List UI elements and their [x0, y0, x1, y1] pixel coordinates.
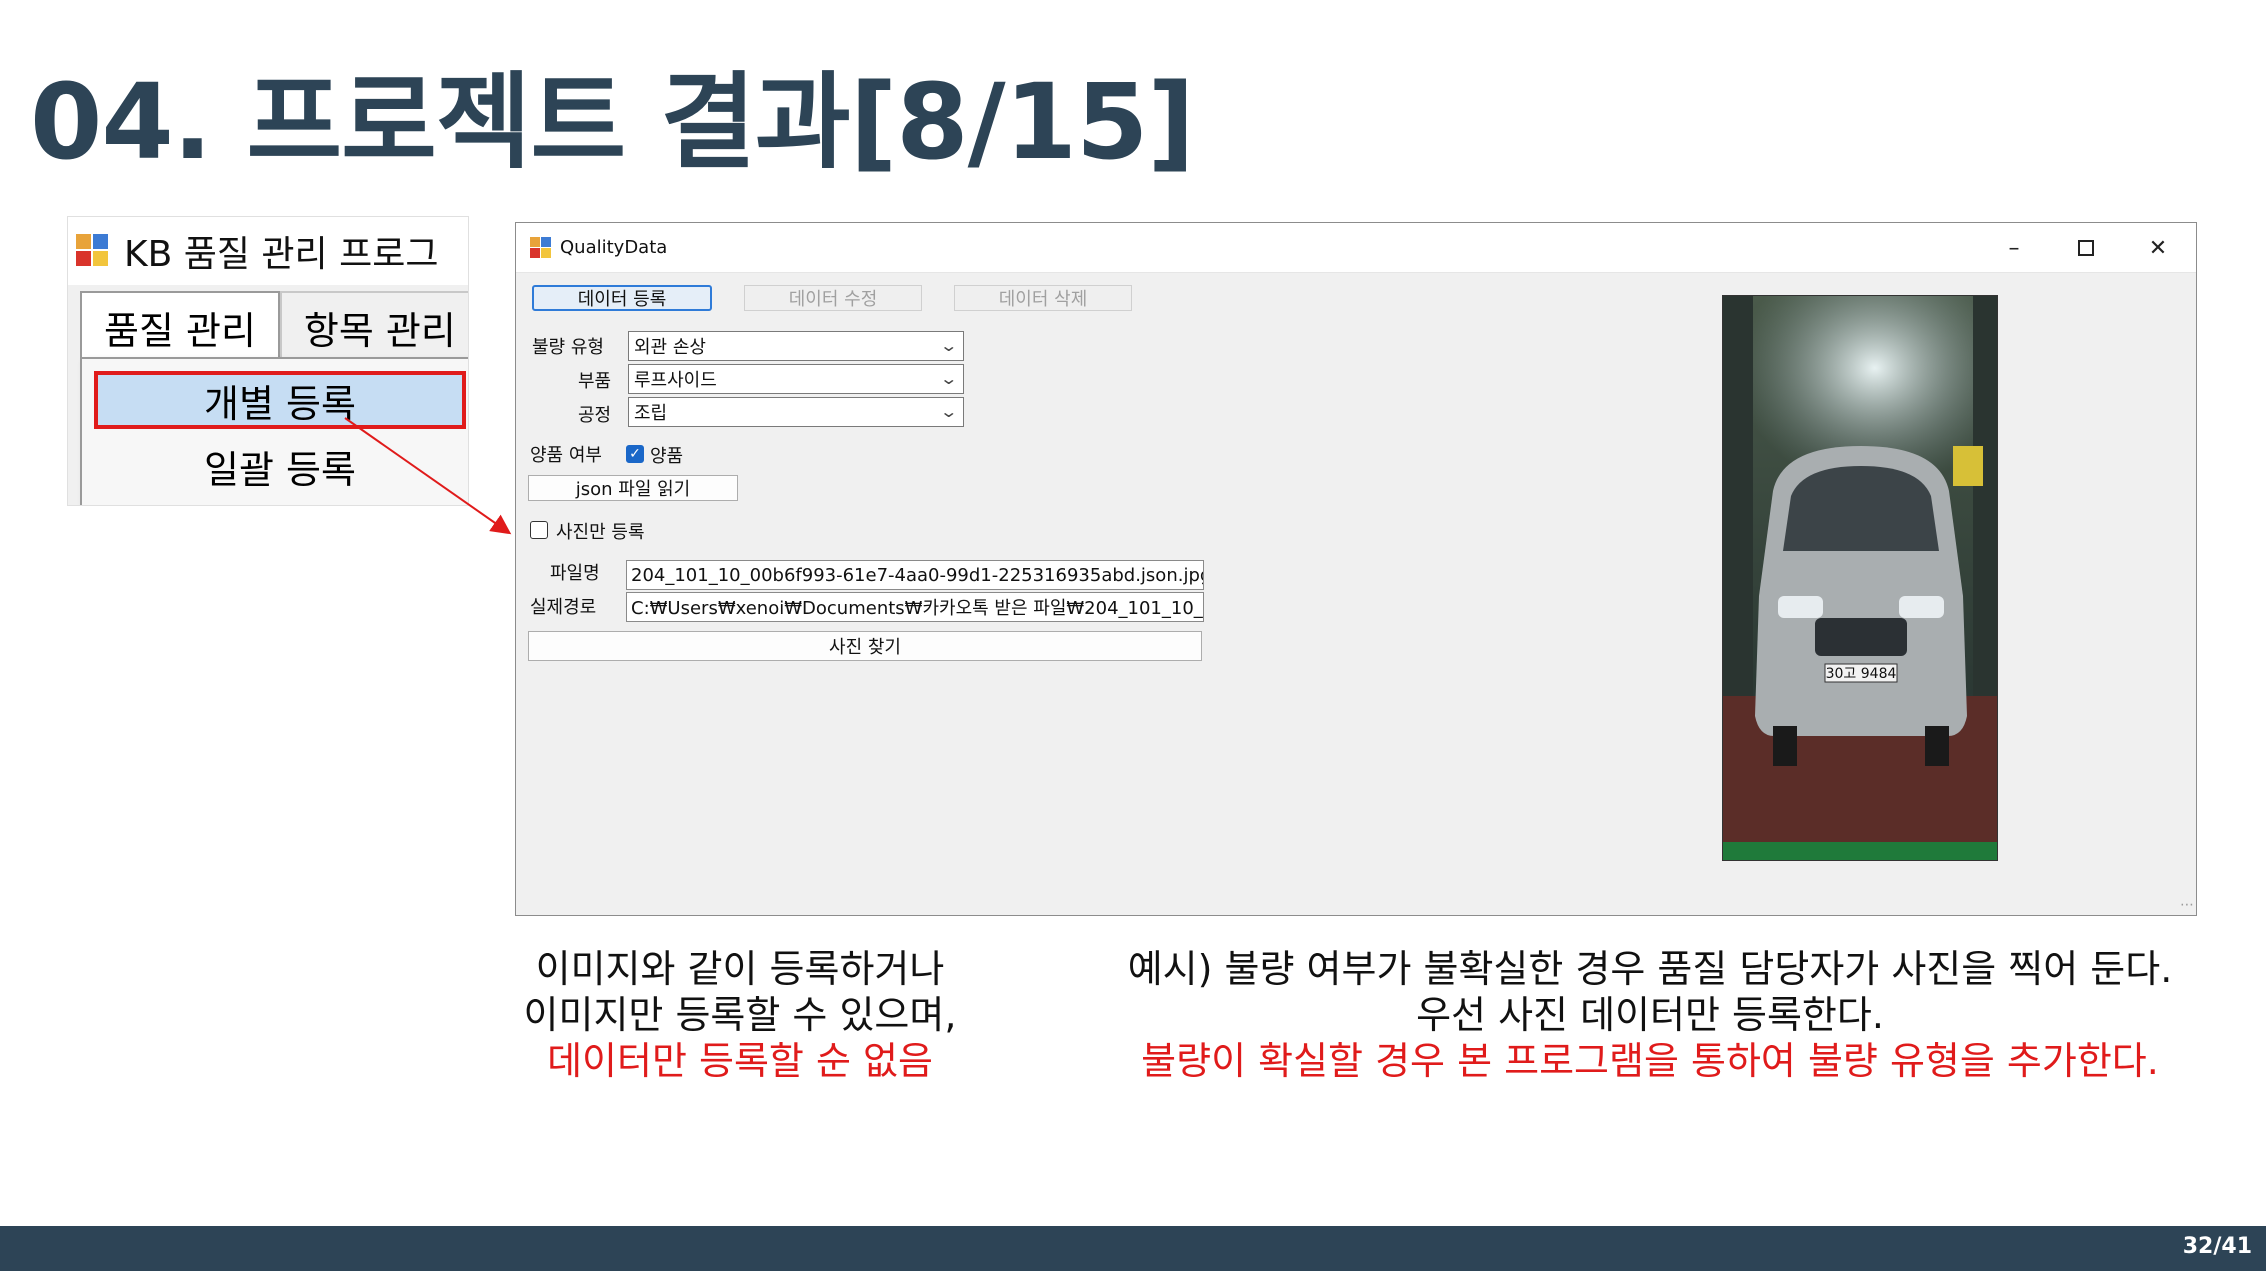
- menu-bulk-register[interactable]: 일괄 등록: [94, 437, 466, 495]
- part-select[interactable]: 루프사이드 ⌄: [628, 364, 964, 394]
- good-checkbox[interactable]: ✓: [626, 445, 644, 463]
- menu-individual-register[interactable]: 개별 등록: [94, 371, 466, 429]
- read-json-button[interactable]: json 파일 읽기: [528, 475, 738, 501]
- resize-grip-icon[interactable]: ⋯: [2180, 897, 2194, 913]
- main-titlebar: KB 품질 관리 프로그: [68, 217, 468, 285]
- chevron-down-icon: ⌄: [938, 336, 958, 355]
- slide-title: 04. 프로젝트 결과[8/15]: [30, 61, 1195, 183]
- footer-bar: 32/41: [0, 1226, 2266, 1271]
- app-icon: [530, 236, 552, 259]
- quality-data-window: QualityData – ✕ 데이터 등록 데이터 수정 데이터 삭제 불량 …: [515, 222, 2197, 916]
- good-status-label: 양품 여부: [530, 445, 602, 466]
- defect-type-select[interactable]: 외관 손상 ⌄: [628, 331, 964, 361]
- right-caption-line1: 예시) 불량 여부가 불확실한 경우 품질 담당자가 사진을 찍어 둔다.: [1127, 947, 2173, 991]
- delete-data-button[interactable]: 데이터 삭제: [954, 285, 1132, 311]
- car-photo: 30고 9484: [1722, 295, 1998, 861]
- right-caption-line3: 불량이 확실할 경우 본 프로그램을 통하여 불량 유형을 추가한다.: [1141, 1039, 2159, 1083]
- defect-type-label: 불량 유형: [532, 337, 604, 358]
- qd-window-title: QualityData: [560, 237, 668, 258]
- qd-titlebar: QualityData – ✕: [516, 223, 2196, 273]
- plate-text: 30고 9484: [1826, 666, 1897, 682]
- main-menubar: 품질 관리 항목 관리: [80, 289, 468, 361]
- menu-quality-management[interactable]: 품질 관리: [80, 291, 280, 361]
- process-value: 조립: [634, 403, 668, 424]
- minimize-icon[interactable]: –: [1978, 223, 2050, 273]
- app-icon: [76, 234, 110, 268]
- filename-label: 파일명: [550, 563, 600, 584]
- left-caption: 이미지와 같이 등록하거나 이미지만 등록할 수 있으며, 데이터만 등록할 순…: [500, 946, 980, 1084]
- edit-data-button[interactable]: 데이터 수정: [744, 285, 922, 311]
- defect-type-value: 외관 손상: [634, 337, 706, 358]
- process-label: 공정: [578, 405, 612, 426]
- main-window-title: KB 품질 관리 프로그: [124, 234, 439, 275]
- left-caption-line2: 이미지만 등록할 수 있으며,: [523, 993, 957, 1037]
- path-field[interactable]: C:₩Users₩xenoi₩Documents₩카카오톡 받은 파일₩204_…: [626, 592, 1204, 622]
- part-label: 부품: [578, 371, 612, 392]
- photo-only-label: 사진만 등록: [556, 522, 645, 543]
- path-label: 실제경로: [530, 597, 597, 618]
- close-icon[interactable]: ✕: [2122, 223, 2194, 273]
- filename-field[interactable]: 204_101_10_00b6f993-61e7-4aa0-99d1-22531…: [626, 560, 1204, 590]
- good-checkbox-label: 양품: [650, 446, 684, 467]
- page-number: 32/41: [2182, 1234, 2252, 1259]
- maximize-icon[interactable]: [2050, 223, 2122, 273]
- quality-menu-dropdown: 개별 등록 일괄 등록: [80, 357, 468, 505]
- chevron-down-icon: ⌄: [938, 369, 958, 388]
- left-caption-line1: 이미지와 같이 등록하거나: [535, 947, 945, 991]
- right-caption-line2: 우선 사진 데이터만 등록한다.: [1416, 993, 1884, 1037]
- process-select[interactable]: 조립 ⌄: [628, 397, 964, 427]
- menu-item-management[interactable]: 항목 관리: [279, 291, 468, 361]
- left-caption-line3: 데이터만 등록할 순 없음: [547, 1039, 933, 1083]
- find-photo-button[interactable]: 사진 찾기: [528, 631, 1202, 661]
- part-value: 루프사이드: [634, 370, 717, 391]
- register-data-button[interactable]: 데이터 등록: [532, 285, 712, 311]
- right-caption: 예시) 불량 여부가 불확실한 경우 품질 담당자가 사진을 찍어 둔다. 우선…: [1100, 946, 2200, 1084]
- chevron-down-icon: ⌄: [938, 402, 958, 421]
- main-app-crop: KB 품질 관리 프로그 품질 관리 항목 관리 파일명 1 ... 204_1…: [67, 216, 469, 506]
- photo-only-checkbox[interactable]: [530, 521, 548, 539]
